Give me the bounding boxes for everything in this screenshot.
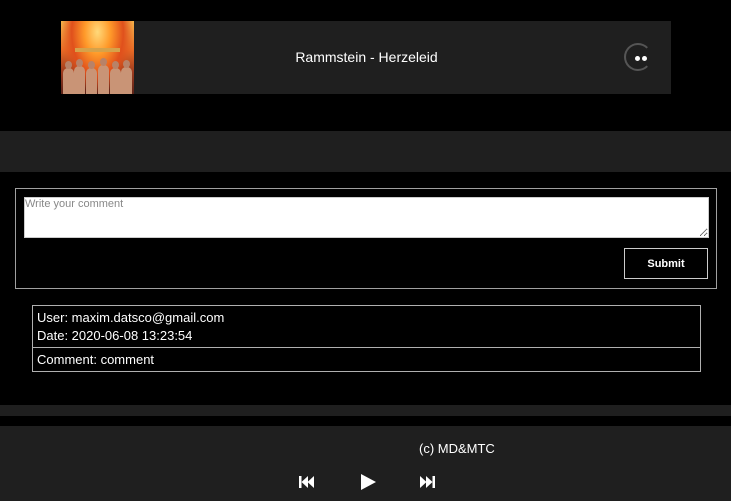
comment-text: Comment: comment [32,348,701,372]
more-options-icon[interactable] [624,43,652,71]
comment-user: User: maxim.datsco@gmail.com [37,310,225,325]
previous-track-icon[interactable] [298,473,315,491]
submit-button[interactable]: Submit [624,248,708,279]
footer: (c) MD&MTC [0,426,731,501]
album-banner [75,48,120,52]
comment-input[interactable] [24,197,709,238]
album-figures [63,58,132,94]
track-card: Rammstein - Herzeleid [61,21,671,94]
next-track-icon[interactable] [419,473,436,491]
comment-meta: User: maxim.datsco@gmail.com Date: 2020-… [32,305,701,348]
comment-date: Date: 2020-06-08 13:23:54 [37,328,193,343]
album-cover-image [61,21,134,94]
player-controls [298,473,438,491]
divider-band [0,131,731,172]
track-title: Rammstein - Herzeleid [295,49,438,65]
comment-entry: User: maxim.datsco@gmail.com Date: 2020-… [32,305,701,372]
comment-form: Submit [15,188,717,289]
play-icon[interactable] [359,473,377,491]
divider-band-thin [0,405,731,416]
copyright-text: (c) MD&MTC [419,441,495,456]
page: Rammstein - Herzeleid Submit User: maxim… [0,0,731,501]
